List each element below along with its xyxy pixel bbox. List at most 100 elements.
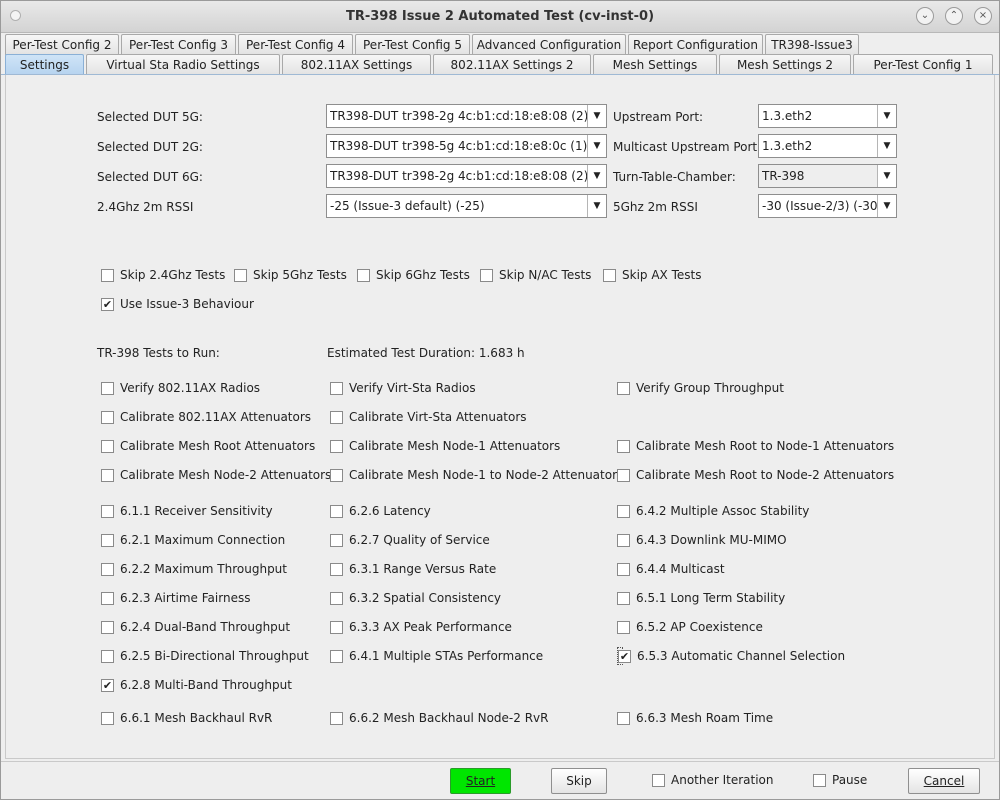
checkbox-box[interactable] xyxy=(330,621,343,634)
test-label: Calibrate Virt-Sta Attenuators xyxy=(349,410,527,424)
tab-80211ax-settings[interactable]: 802.11AX Settings xyxy=(282,54,431,75)
checkbox-box[interactable]: ✔ xyxy=(101,679,114,692)
checkbox-box[interactable] xyxy=(652,774,665,787)
checkbox-box[interactable] xyxy=(101,563,114,576)
test-label: 6.2.2 Maximum Throughput xyxy=(120,562,287,576)
checkbox-box[interactable] xyxy=(101,382,114,395)
tab-per-test-config-1[interactable]: Per-Test Config 1 xyxy=(853,54,993,75)
checkbox-box[interactable] xyxy=(101,469,114,482)
mcast-label: Multicast Upstream Port: xyxy=(613,140,762,154)
tab-per-test-config-2[interactable]: Per-Test Config 2 xyxy=(5,34,119,55)
checkbox-box[interactable] xyxy=(101,505,114,518)
test-label: 6.6.2 Mesh Backhaul Node-2 RvR xyxy=(349,711,549,725)
tab-mesh-settings[interactable]: Mesh Settings xyxy=(593,54,717,75)
checkbox-box[interactable] xyxy=(101,411,114,424)
dut2g-select[interactable]: TR398-DUT tr398-5g 4c:b1:cd:18:e8:0c (1)… xyxy=(326,134,607,158)
checkbox-box[interactable]: ✔ xyxy=(101,298,114,311)
checkbox-box[interactable] xyxy=(617,440,630,453)
checkbox-box[interactable] xyxy=(101,592,114,605)
checkbox-box[interactable] xyxy=(101,534,114,547)
checkbox-box[interactable] xyxy=(330,505,343,518)
checkbox-box[interactable] xyxy=(101,650,114,663)
test-label: 6.2.4 Dual-Band Throughput xyxy=(120,620,291,634)
test-label: Verify Virt-Sta Radios xyxy=(349,381,476,395)
checkbox-box[interactable] xyxy=(617,712,630,725)
upstream-port-select[interactable]: 1.3.eth2 ▼ xyxy=(758,104,897,128)
checkbox-box[interactable] xyxy=(813,774,826,787)
checkbox-box[interactable] xyxy=(617,505,630,518)
tab-per-test-config-3[interactable]: Per-Test Config 3 xyxy=(121,34,236,55)
test-label: Calibrate Mesh Node-1 to Node-2 Attenuat… xyxy=(349,468,624,482)
dut5g-select[interactable]: TR398-DUT tr398-2g 4c:b1:cd:18:e8:08 (2)… xyxy=(326,104,607,128)
tab-report-configuration[interactable]: Report Configuration xyxy=(628,34,763,55)
test-label: 6.3.1 Range Versus Rate xyxy=(349,562,497,576)
turntable-label: Turn-Table-Chamber: xyxy=(613,170,736,184)
rssi5-value: -30 (Issue-2/3) (-30) xyxy=(762,199,883,213)
checkbox-box[interactable] xyxy=(234,269,247,282)
checkbox-box[interactable] xyxy=(617,534,630,547)
checkbox-box[interactable] xyxy=(330,712,343,725)
checkbox-box[interactable] xyxy=(617,563,630,576)
checkbox-box[interactable] xyxy=(101,712,114,725)
chevron-down-icon[interactable]: ▼ xyxy=(587,195,606,217)
use-issue3-label: Use Issue-3 Behaviour xyxy=(120,297,254,311)
checkbox-box[interactable] xyxy=(617,382,630,395)
tab-per-test-config-4[interactable]: Per-Test Config 4 xyxy=(238,34,353,55)
tab-tr398-issue3[interactable]: TR398-Issue3 xyxy=(765,34,859,55)
checkbox-box[interactable] xyxy=(357,269,370,282)
checkbox-box[interactable] xyxy=(617,592,630,605)
checkbox-box[interactable] xyxy=(330,382,343,395)
chevron-down-icon[interactable]: ▼ xyxy=(587,165,606,187)
checkbox-box[interactable] xyxy=(617,469,630,482)
checkbox-box[interactable] xyxy=(330,411,343,424)
chevron-down-icon[interactable]: ▼ xyxy=(877,165,896,187)
dut6g-select[interactable]: TR398-DUT tr398-2g 4c:b1:cd:18:e8:08 (2)… xyxy=(326,164,607,188)
test-label: Calibrate Mesh Node-2 Attenuators xyxy=(120,468,332,482)
tab-settings[interactable]: Settings xyxy=(5,54,84,75)
checkbox-box[interactable] xyxy=(330,469,343,482)
chevron-down-icon[interactable]: ▼ xyxy=(877,135,896,157)
test-label: 6.4.4 Multicast xyxy=(636,562,725,576)
tab-mesh-settings-2[interactable]: Mesh Settings 2 xyxy=(719,54,851,75)
chevron-down-icon[interactable]: ▼ xyxy=(877,105,896,127)
close-icon[interactable]: × xyxy=(974,7,992,25)
test-label: 6.3.2 Spatial Consistency xyxy=(349,591,502,605)
rssi5-select[interactable]: -30 (Issue-2/3) (-30) ▼ xyxy=(758,194,897,218)
checkbox-box[interactable] xyxy=(330,650,343,663)
tab-virtual-sta-radio-settings[interactable]: Virtual Sta Radio Settings xyxy=(86,54,280,75)
chevron-down-icon[interactable]: ▼ xyxy=(587,105,606,127)
start-button[interactable]: Start xyxy=(450,768,511,794)
mcast-value: 1.3.eth2 xyxy=(762,139,813,153)
cancel-button[interactable]: Cancel xyxy=(908,768,980,794)
checkbox-box[interactable] xyxy=(480,269,493,282)
checkbox-box[interactable] xyxy=(330,534,343,547)
mcast-port-select[interactable]: 1.3.eth2 ▼ xyxy=(758,134,897,158)
checkbox-box[interactable]: ✔ xyxy=(618,650,631,663)
checkbox-box[interactable] xyxy=(330,592,343,605)
rssi24-select[interactable]: -25 (Issue-3 default) (-25) ▼ xyxy=(326,194,607,218)
test-checkbox-653[interactable]: ✔ 6.5.3 Automatic Channel Selection xyxy=(617,647,845,665)
upstream-value: 1.3.eth2 xyxy=(762,109,813,123)
pause-label: Pause xyxy=(832,773,868,787)
tab-advanced-configuration[interactable]: Advanced Configuration xyxy=(472,34,626,55)
test-label: 6.2.1 Maximum Connection xyxy=(120,533,286,547)
checkbox-box[interactable] xyxy=(330,440,343,453)
test-label: Calibrate 802.11AX Attenuators xyxy=(120,410,312,424)
skip-button[interactable]: Skip xyxy=(551,768,607,794)
checkbox-box[interactable] xyxy=(101,440,114,453)
checkbox-box[interactable] xyxy=(603,269,616,282)
checkbox-box[interactable] xyxy=(101,621,114,634)
test-label: 6.6.1 Mesh Backhaul RvR xyxy=(120,711,273,725)
turntable-select[interactable]: TR-398 ▼ xyxy=(758,164,897,188)
tab-per-test-config-5[interactable]: Per-Test Config 5 xyxy=(355,34,470,55)
checkbox-box[interactable] xyxy=(101,269,114,282)
tab-80211ax-settings-2[interactable]: 802.11AX Settings 2 xyxy=(433,54,591,75)
chevron-down-icon[interactable]: ▼ xyxy=(877,195,896,217)
test-label: Verify 802.11AX Radios xyxy=(120,381,261,395)
start-label: Start xyxy=(465,774,496,788)
minimize-icon[interactable]: ⌄ xyxy=(916,7,934,25)
maximize-icon[interactable]: ⌃ xyxy=(945,7,963,25)
checkbox-box[interactable] xyxy=(330,563,343,576)
checkbox-box[interactable] xyxy=(617,621,630,634)
chevron-down-icon[interactable]: ▼ xyxy=(587,135,606,157)
